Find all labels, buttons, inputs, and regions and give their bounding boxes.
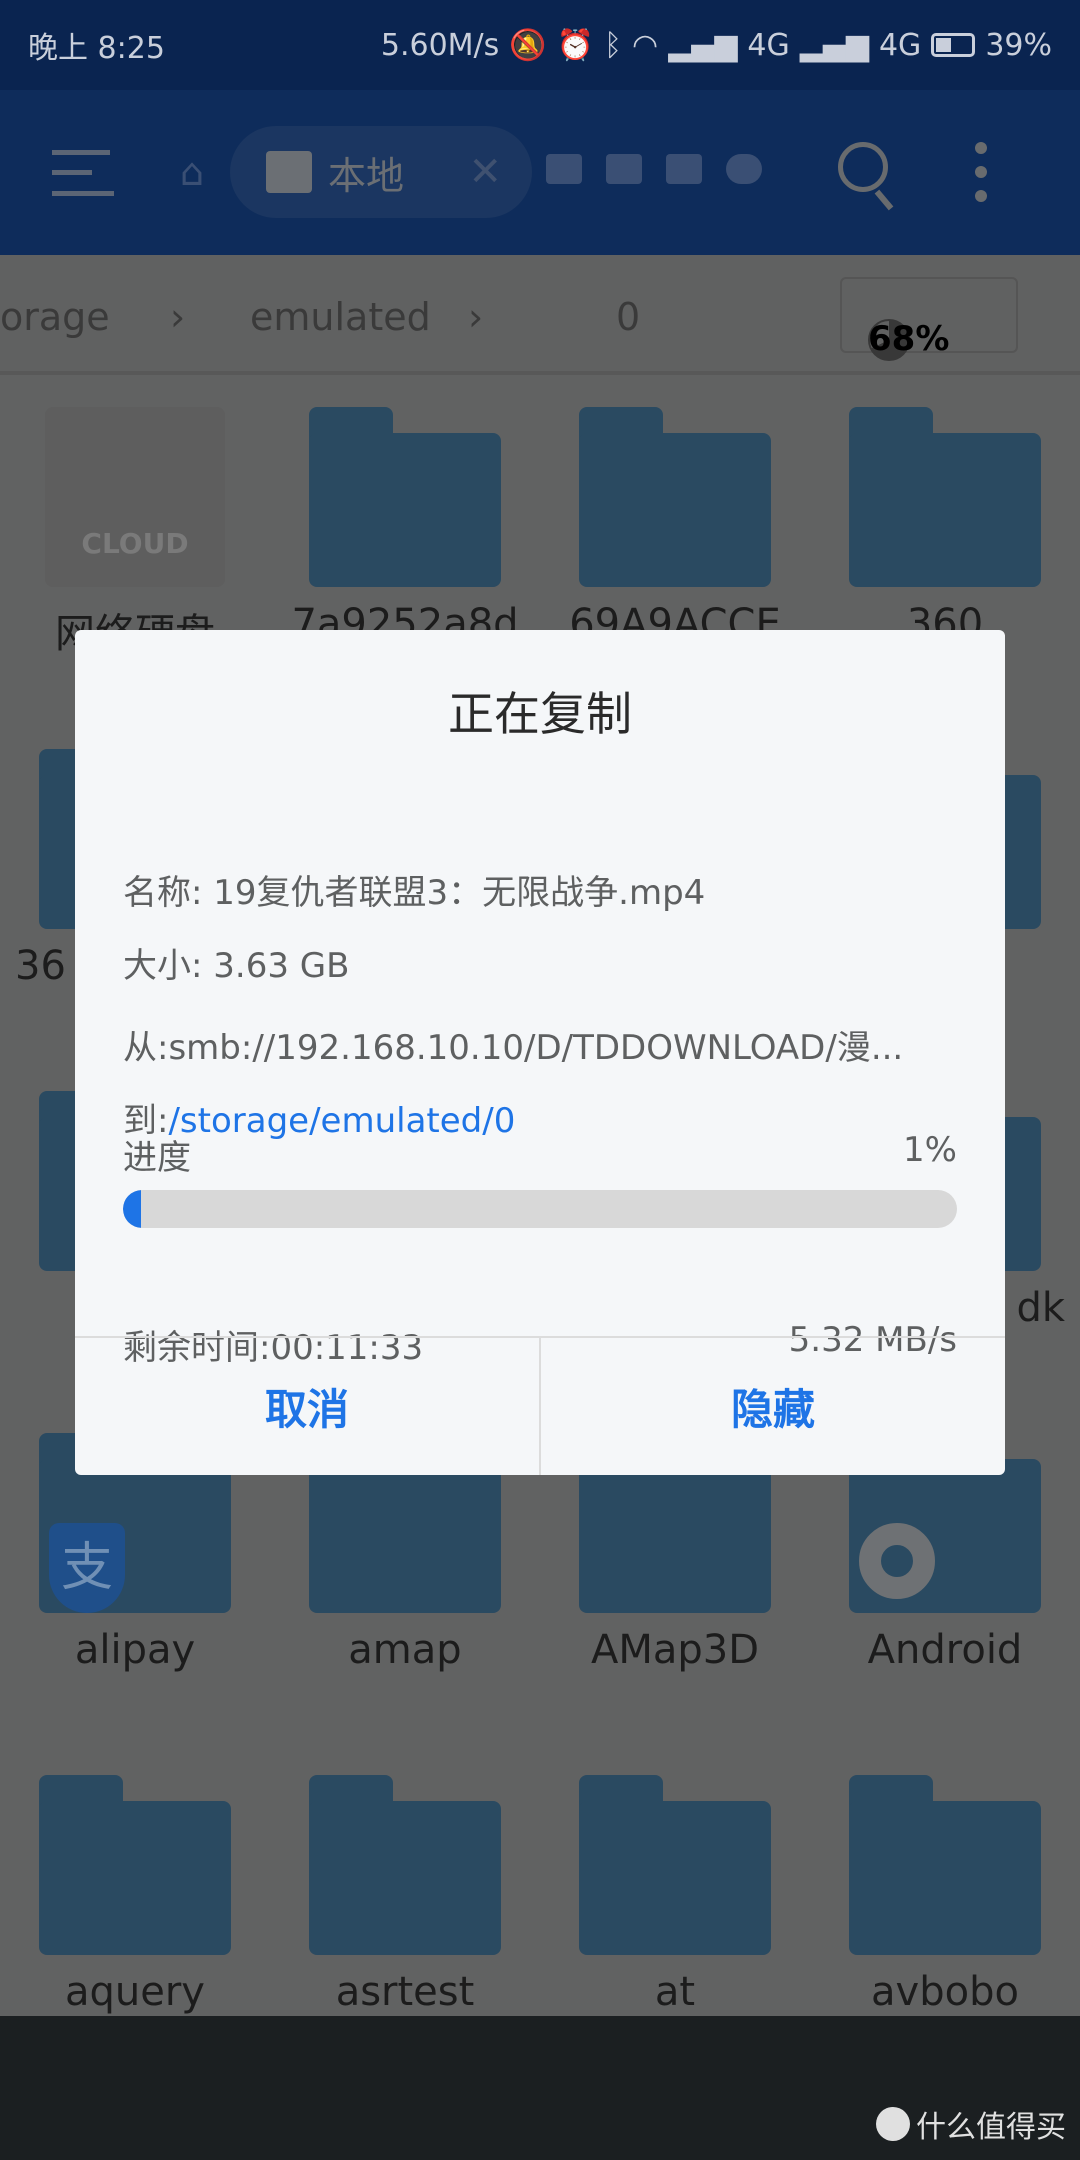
file-item[interactable]: 7a9252a8d [285,407,525,647]
home-icon[interactable]: ⌂ [180,152,220,192]
folder-icon [849,407,1041,587]
breadcrumb-item[interactable]: orage [0,295,110,339]
menu-icon[interactable] [52,150,114,196]
bell-off-icon: 🔕 [509,27,547,63]
file-name: avbobo [871,1969,1019,2015]
tab-label: 本地 [328,153,405,198]
progress-bar [123,1190,957,1228]
bluetooth-icon: ᛒ [604,27,622,63]
search-icon[interactable] [838,142,888,192]
from-label: 从: [123,1028,169,1068]
progress-percent: 1% [903,1130,957,1170]
status-time: 晚上 8:25 [28,31,165,66]
storage-usage-button[interactable]: 68% [840,277,1018,361]
from-value: smb://192.168.10.10/D/TDDOWNLOAD/漫... [168,1028,904,1068]
chevron-right-icon: › [170,295,186,339]
file-item[interactable]: 69A9ACCE [555,407,795,647]
alipay-icon: 支 [49,1523,125,1613]
name-label: 名称: [123,873,214,913]
router-icon[interactable] [606,154,642,184]
breadcrumb-item[interactable]: 0 [616,295,640,339]
file-name-row: 名称: 19复仇者联盟3：无限战争.mp4 [123,865,957,914]
signal-icon: ▂▄▆ [799,27,869,63]
toolbar: ⌂ 本地 ✕ [0,90,1080,255]
dialog-buttons: 取消 隐藏 [75,1336,1005,1475]
progress-fill [123,1190,142,1228]
file-name: Android [867,1627,1023,1673]
name-value: 19复仇者联盟3：无限战争.mp4 [213,873,706,913]
file-item[interactable]: avbobo [825,1775,1065,2015]
network-type: 4G [878,27,922,63]
alarm-icon: ⏰ [556,27,594,63]
folder-icon [39,1775,231,1955]
watermark-logo-icon [876,2107,910,2141]
wifi-icon: ◠ [632,27,659,63]
folder-icon [309,407,501,587]
network-type: 4G [747,27,790,63]
gear-icon [859,1523,935,1599]
size-value: 3.63 GB [213,946,350,986]
tab-local[interactable]: 本地 ✕ [230,126,532,218]
file-size-row: 大小: 3.63 GB [123,938,957,987]
file-item[interactable]: at [555,1775,795,2015]
file-name: alipay [74,1627,196,1673]
breadcrumb-item[interactable]: emulated [250,295,431,339]
folder-icon [579,407,771,587]
source-row: 从:smb://192.168.10.10/D/TDDOWNLOAD/漫... [123,1020,957,1069]
sd-card-icon[interactable] [666,154,702,184]
file-name: AMap3D [590,1627,760,1673]
net-speed: 5.60M/s [380,27,500,63]
file-item[interactable]: aquery [15,1775,255,2015]
status-bar: 晚上 8:25 5.60M/s 🔕 ⏰ ᛒ ◠ ▂▄▆ 4G ▂▄▆ 4G 39… [0,0,1080,90]
cloud-drive-icon: CLOUD [45,407,225,587]
alipay-glyph: 支 [60,1538,113,1598]
breadcrumb: orage › emulated › 0 68% [0,255,1080,375]
progress-label: 进度 [123,1138,191,1178]
folder-icon [579,1775,771,1955]
copy-progress-dialog: 正在复制 名称: 19复仇者联盟3：无限战争.mp4 大小: 3.63 GB 从… [75,630,1005,1475]
watermark: 什么值得买 [876,2102,1066,2146]
file-name: at [654,1969,696,2015]
watermark-text: 什么值得买 [916,2110,1066,2145]
more-vert-icon[interactable] [975,142,989,214]
file-item[interactable]: 360 [825,407,1065,647]
file-item[interactable]: CLOUD网络硬盘 [15,407,255,659]
cancel-button[interactable]: 取消 [75,1338,539,1475]
router-icon[interactable] [546,154,582,184]
close-icon[interactable]: ✕ [468,149,502,195]
size-label: 大小: [123,946,214,986]
chevron-right-icon: › [468,295,484,339]
folder-icon [849,1775,1041,1955]
sd-card-icon [266,151,312,193]
battery-icon [931,33,976,57]
signal-icon: ▂▄▆ [668,27,738,63]
battery-percent: 39% [985,27,1052,63]
dialog-title: 正在复制 [448,687,632,741]
usage-percent: 68% [868,319,950,359]
file-name: aquery [65,1969,205,2015]
file-name: asrtest [335,1969,475,2015]
file-name: amap [348,1627,462,1673]
cloud-badge: CLOUD [81,527,189,560]
hide-button[interactable]: 隐藏 [539,1338,1005,1475]
cloud-icon[interactable] [726,154,762,184]
navigation-bar: 什么值得买 [0,2016,1080,2160]
file-item[interactable]: asrtest [285,1775,525,2015]
progress-row: 进度 1% [123,1130,957,1179]
folder-icon [309,1775,501,1955]
